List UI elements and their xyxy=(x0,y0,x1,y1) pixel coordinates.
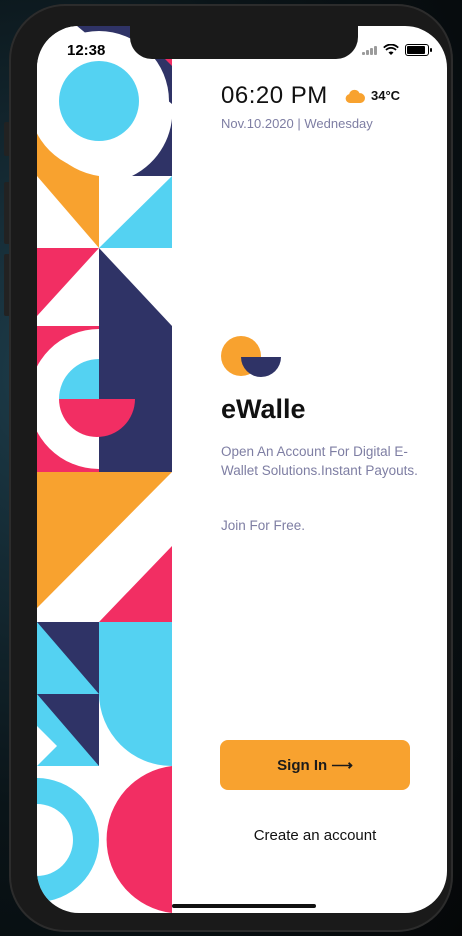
wifi-icon xyxy=(383,44,399,55)
signal-icon xyxy=(362,45,377,55)
sign-in-label: Sign In xyxy=(277,756,328,774)
geometric-pattern-art xyxy=(37,26,172,913)
camera-notch xyxy=(130,26,358,59)
join-text: Join For Free. xyxy=(221,518,306,533)
date-label: Nov.10.2020 | Wednesday xyxy=(221,116,373,131)
ewalle-logo-icon xyxy=(221,336,281,377)
sign-in-button[interactable]: Sign In ⟶ xyxy=(220,740,410,790)
weather-widget: 34°C xyxy=(345,88,400,103)
battery-icon xyxy=(405,44,432,56)
brand-name: eWalle xyxy=(221,394,306,424)
clock-time: 06:20 PM xyxy=(221,82,328,109)
home-indicator[interactable] xyxy=(172,904,316,908)
cloud-icon xyxy=(345,89,365,103)
app-screen: 12:38 06:20 PM 34°C Nov.10.2020 | Wednes… xyxy=(37,26,447,913)
phone-frame: 12:38 06:20 PM 34°C Nov.10.2020 | Wednes… xyxy=(9,4,453,932)
create-account-link[interactable]: Create an account xyxy=(220,827,410,844)
temperature-label: 34°C xyxy=(371,88,401,103)
status-icons xyxy=(362,44,432,56)
arrow-right-icon: ⟶ xyxy=(331,757,353,774)
brand-tagline: Open An Account For Digital E-Wallet Sol… xyxy=(221,444,418,478)
status-time: 12:38 xyxy=(67,42,106,59)
